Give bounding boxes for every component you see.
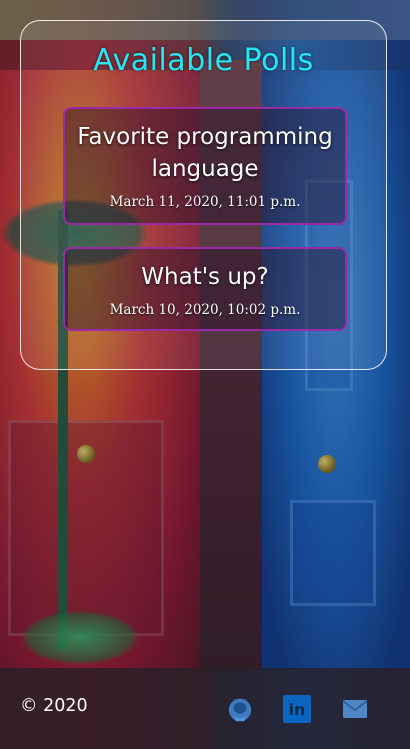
poll-date: March 11, 2020, 11:01 p.m.	[109, 194, 301, 210]
poll-question[interactable]: Favorite programming language	[75, 121, 335, 185]
poll-date: March 10, 2020, 10:02 p.m.	[109, 302, 301, 318]
poll-question[interactable]: What's up?	[75, 261, 335, 293]
poll-card[interactable]: Favorite programming language March 11, …	[63, 107, 347, 225]
footer: © 2020 in	[0, 668, 410, 749]
polls-panel: Available Polls Favorite programming lan…	[20, 20, 387, 370]
copyright-text: © 2020	[20, 696, 88, 716]
poll-card[interactable]: What's up? March 10, 2020, 10:02 p.m.	[63, 247, 347, 331]
github-icon[interactable]	[226, 695, 254, 723]
page-title: Available Polls	[93, 43, 314, 78]
linkedin-icon[interactable]: in	[283, 695, 311, 723]
mail-icon[interactable]	[341, 695, 369, 723]
linkedin-glyph: in	[283, 695, 311, 723]
